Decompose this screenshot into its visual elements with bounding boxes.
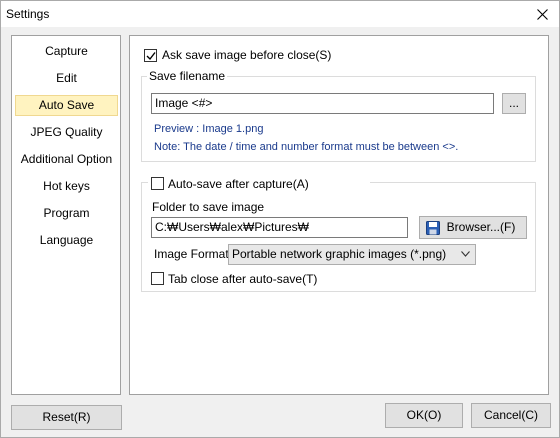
auto-save-checkbox[interactable] <box>151 177 164 190</box>
settings-nav: Capture Edit Auto Save JPEG Quality Addi… <box>11 35 121 395</box>
ask-save-label: Ask save image before close(S) <box>162 48 332 62</box>
save-filename-legend: Save filename <box>147 69 228 83</box>
auto-save-label: Auto-save after capture(A) <box>168 177 309 191</box>
checkmark-icon <box>146 52 156 61</box>
reset-button[interactable]: Reset(R) <box>11 405 122 430</box>
filename-options-button[interactable]: ... <box>502 93 526 114</box>
window-title: Settings <box>6 7 50 21</box>
image-format-value: Portable network graphic images (*.png) <box>232 247 447 261</box>
filename-note: Note: The date / time and number format … <box>154 141 459 153</box>
tab-close-checkbox[interactable] <box>151 272 164 285</box>
nav-item-edit[interactable]: Edit <box>15 68 118 89</box>
settings-window: Settings Capture Edit Auto Save JPEG Qua… <box>0 0 560 438</box>
chevron-down-icon <box>461 251 470 257</box>
folder-label: Folder to save image <box>152 200 265 214</box>
ask-save-checkbox[interactable] <box>144 49 157 62</box>
nav-item-jpeg-quality[interactable]: JPEG Quality <box>15 122 118 143</box>
nav-item-capture[interactable]: Capture <box>15 41 118 62</box>
folder-input[interactable]: C:₩Users₩alex₩Pictures₩ <box>151 217 408 238</box>
image-format-label: Image Format <box>154 247 229 261</box>
nav-item-program[interactable]: Program <box>15 203 118 224</box>
browse-folder-button[interactable]: Browser...(F) <box>419 216 527 239</box>
ok-button[interactable]: OK(O) <box>385 403 463 428</box>
nav-item-additional-option[interactable]: Additional Option <box>15 149 118 170</box>
title-bar: Settings <box>1 1 559 27</box>
filename-input[interactable]: Image <#> <box>151 93 494 114</box>
tab-close-label: Tab close after auto-save(T) <box>168 272 318 286</box>
filename-preview: Preview : Image 1.png <box>154 123 264 135</box>
floppy-disk-icon <box>426 221 440 235</box>
image-format-select[interactable]: Portable network graphic images (*.png) <box>228 244 476 265</box>
browse-folder-label: Browser...(F) <box>446 220 516 234</box>
nav-item-language[interactable]: Language <box>15 230 118 251</box>
nav-item-auto-save[interactable]: Auto Save <box>15 95 118 116</box>
close-icon <box>536 8 548 20</box>
nav-item-hot-keys[interactable]: Hot keys <box>15 176 118 197</box>
close-button[interactable] <box>525 1 559 27</box>
cancel-button[interactable]: Cancel(C) <box>471 403 551 428</box>
auto-save-panel: Ask save image before close(S) Save file… <box>129 35 549 395</box>
